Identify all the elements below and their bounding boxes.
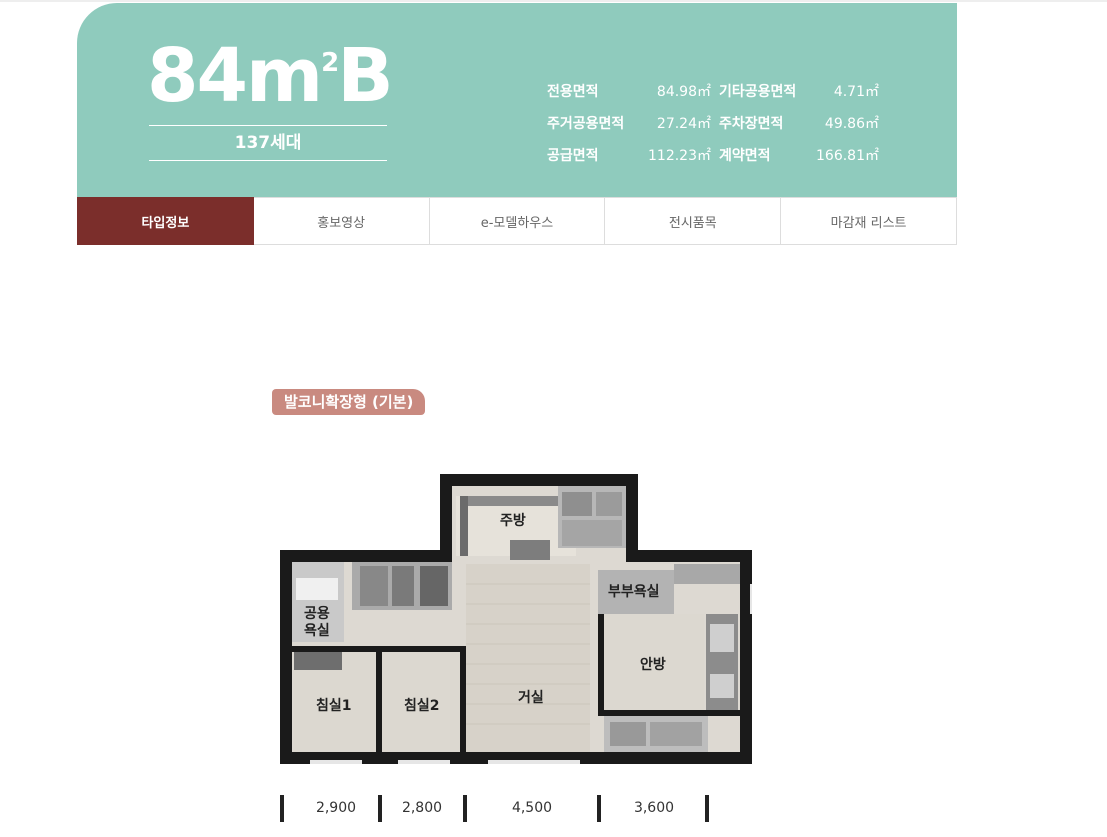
area-label: 기타공용면적 — [719, 84, 797, 100]
tab-type-info[interactable]: 타입정보 — [77, 197, 254, 245]
area-value: 112.23㎡ — [648, 148, 711, 164]
dimension-tick — [705, 795, 709, 822]
household-count: 137세대 — [149, 125, 387, 161]
room-label-master-bedroom: 안방 — [640, 656, 666, 673]
tab-e-model-house[interactable]: e-모델하우스 — [429, 197, 606, 245]
room-label-living: 거실 — [518, 690, 544, 706]
room-label-kitchen: 주방 — [500, 512, 526, 529]
room-label-common-bath: 욕실 — [304, 623, 330, 639]
room-label-master-bath: 부부욕실 — [608, 584, 660, 600]
area-table: 전용면적 84.98㎡ 기타공용면적 4.71㎡ 주거공용면적 27.24㎡ 주차장면… — [547, 75, 887, 171]
plan-type-badge: 발코니확장형 (기본) — [272, 389, 426, 415]
dimension-tick — [280, 795, 284, 822]
area-value: 166.81㎡ — [816, 148, 879, 164]
tab-promo-video[interactable]: 홍보영상 — [253, 197, 430, 245]
room-label-bedroom-1: 침실1 — [316, 698, 352, 714]
area-value: 84.98㎡ — [656, 84, 711, 100]
dimension-label: 2,800 — [401, 800, 443, 816]
area-label: 공급면적 — [547, 148, 599, 164]
top-divider — [0, 0, 1107, 2]
area-value: 49.86㎡ — [824, 116, 879, 132]
area-row: 전용면적 84.98㎡ 기타공용면적 4.71㎡ — [547, 75, 887, 107]
area-row: 주거공용면적 27.24㎡ 주차장면적 49.86㎡ — [547, 107, 887, 139]
room-label-common-bath: 공용 — [304, 606, 330, 622]
dimension-label: 3,600 — [633, 800, 675, 816]
tab-finish-list[interactable]: 마감재 리스트 — [781, 197, 957, 245]
kitchen-island — [510, 540, 550, 560]
area-value: 27.24㎡ — [656, 116, 711, 132]
dimension-tick — [463, 795, 467, 822]
area-value: 4.71㎡ — [833, 84, 879, 100]
room-label-bedroom-2: 침실2 — [404, 698, 440, 714]
area-label: 주거공용면적 — [547, 116, 625, 132]
area-label: 계약면적 — [719, 148, 771, 164]
type-title: 84m2B — [147, 33, 394, 119]
area-row: 공급면적 112.23㎡ 계약면적 166.81㎡ — [547, 139, 887, 171]
tab-bar: 타입정보 홍보영상 e-모델하우스 전시품목 마감재 리스트 — [77, 197, 957, 245]
dimension-tick — [378, 795, 382, 822]
area-label: 주차장면적 — [719, 116, 784, 132]
floor-plan: 주방 부부욕실 공용 욕실 안방 침실1 침실2 거실 — [280, 474, 752, 764]
dimension-tick — [597, 795, 601, 822]
dimension-label: 4,500 — [511, 800, 553, 816]
dimension-label: 2,900 — [315, 800, 357, 816]
tab-exhibit-items[interactable]: 전시품목 — [605, 197, 782, 245]
type-header: 84m2B 137세대 전용면적 84.98㎡ 기타공용면적 4.71㎡ 주거공용면… — [77, 3, 957, 197]
area-label: 전용면적 — [547, 84, 599, 100]
